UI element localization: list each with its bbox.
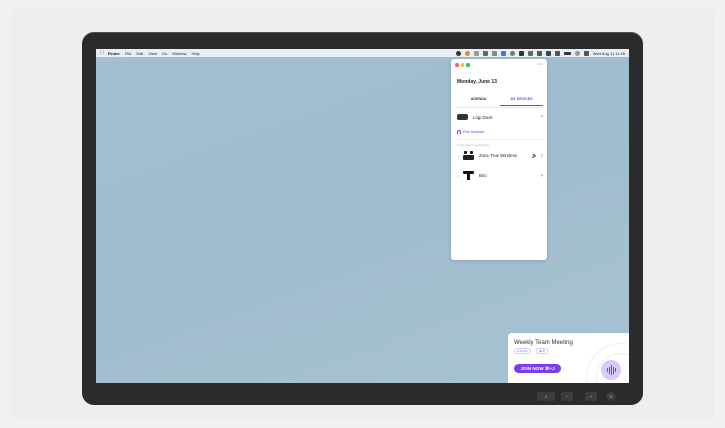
link-icon: ↳ [457,153,460,158]
section-label: Connected to Logi Dock [457,143,490,147]
menu-go[interactable]: Go [162,51,167,56]
close-button[interactable] [455,63,459,67]
popover-tabs: AGENDA MY DEVICES [457,97,543,106]
cloud-icon[interactable] [473,50,479,56]
maximize-button[interactable] [466,63,470,67]
device-row-brio[interactable]: ↳ Brio › [457,171,543,180]
earbuds-icon [462,151,474,160]
logi-tune-popover: ⋯ Monday, June 13 AGENDA MY DEVICES Logi… [451,59,547,260]
meeting-title: Weekly Team Meeting [514,340,573,346]
voice-icon[interactable] [601,360,621,380]
battery-extra-icon[interactable] [518,50,524,56]
tab-divider [457,106,543,108]
divider [457,139,543,140]
attendees-chip: ☻ 8 [536,348,548,354]
active-app-icon[interactable] [500,50,506,56]
logi-tune-icon[interactable] [455,50,461,56]
timer-icon[interactable] [509,50,515,56]
control-center-icon[interactable] [583,50,589,56]
tab-my-devices[interactable]: MY DEVICES [500,97,543,106]
headset-icon [457,130,461,134]
menubar-clock[interactable]: Wed Aug 11 11:45 [593,51,625,56]
volume-up-button[interactable]: + [585,392,597,401]
pair-headset-label: Pair headset [463,130,485,134]
chevron-right-icon: › [541,172,543,179]
window-controls [455,63,470,67]
power-button[interactable]: ⏻ [606,392,616,401]
dock-icon [457,114,468,120]
webcam-icon [462,171,474,180]
menu-button[interactable]: ≡ [537,392,555,401]
menu-finder[interactable]: Finder [108,51,120,56]
volume-icon[interactable] [536,50,542,56]
speaker-icon: 🔈 [531,152,538,159]
link-icon: ↳ [457,173,460,178]
chevron-right-icon: › [541,114,543,120]
more-options-icon[interactable]: ⋯ [537,61,543,68]
search-icon[interactable] [574,50,580,56]
device-name: Brio [478,173,487,178]
time-chip: in 5 min [514,348,531,354]
menu-edit[interactable]: Edit [136,51,143,56]
device-name: Logi Dock [473,114,493,120]
device-row-logi-dock[interactable]: Logi Dock › [457,114,543,120]
status-area: Wed Aug 11 11:45 [455,50,625,56]
pair-headset-link[interactable]: Pair headset [457,130,484,134]
minimize-button[interactable] [460,63,464,67]
menu-file[interactable]: File [125,51,131,56]
dropbox-icon[interactable] [482,50,488,56]
screen-icon[interactable] [491,50,497,56]
volume-down-button[interactable]: − [561,392,573,401]
meeting-notification: Weekly Team Meeting in 5 min ☻ 8 JOIN NO… [508,333,629,383]
screenshot-icon[interactable] [527,50,533,56]
current-date: Monday, June 13 [457,79,497,85]
menu-window[interactable]: Window [172,51,186,56]
attendees-count: 8 [543,349,545,353]
device-row-zone-true-wireless[interactable]: ↳ Zone True Wireless 🔈 › [457,151,543,160]
battery-icon[interactable] [563,51,571,55]
tab-agenda[interactable]: AGENDA [457,97,500,106]
apple-icon[interactable]:  [100,50,104,56]
device-name: Zone True Wireless [478,153,518,158]
colorful-app-icon[interactable] [464,50,470,56]
join-now-button[interactable]: JOIN NOW ⌘+J [514,364,561,373]
menu-help[interactable]: Help [192,51,200,56]
menu-view[interactable]: View [148,51,157,56]
chevron-right-icon: › [541,152,543,159]
bluetooth-icon[interactable] [554,50,560,56]
menu-bar:  Finder File Edit View Go Window Help W… [96,49,629,57]
display-icon[interactable] [545,50,551,56]
time-chip-label: in 5 min [517,349,528,353]
